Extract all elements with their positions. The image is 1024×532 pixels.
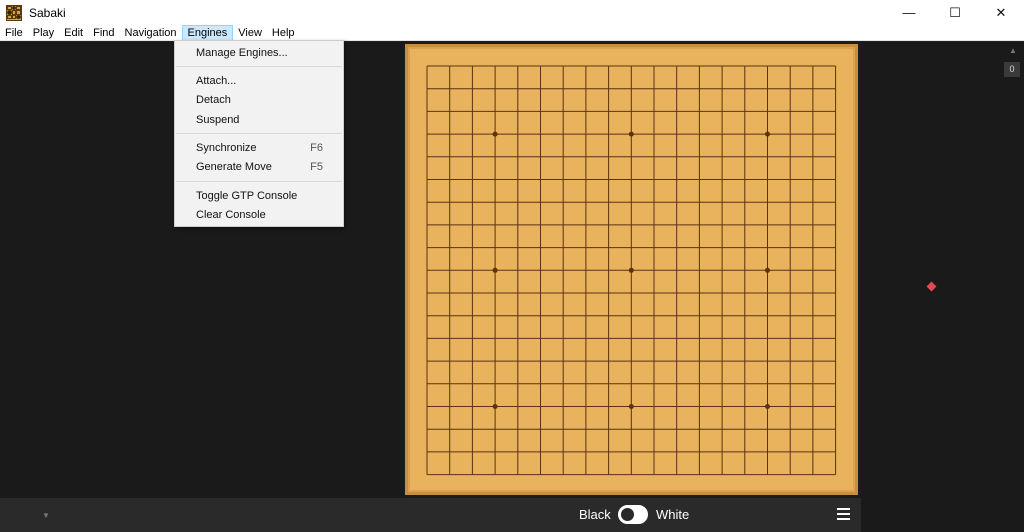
menu-separator [176,181,342,182]
menu-separator [176,133,342,134]
menu-item-label: Manage Engines... [196,47,288,59]
menu-item-detach[interactable]: Detach [175,91,343,110]
menu-item-label: Clear Console [196,209,266,221]
player-white-label: White [656,507,690,522]
scroll-up-icon[interactable]: ▲ [1009,46,1017,55]
menu-item-shortcut: F6 [310,142,323,154]
menu-item-label: Toggle GTP Console [196,190,298,202]
star-point [492,404,498,409]
menu-item-attach[interactable]: Attach... [175,72,343,91]
collapse-down-icon[interactable]: ▼ [42,511,50,520]
menu-item-synchronize[interactable]: Synchronize F6 [175,139,343,158]
board-grid [426,65,837,476]
close-button[interactable]: ✕ [978,0,1024,25]
menu-item-label: Suspend [196,114,240,126]
star-point [628,131,634,137]
menu-find[interactable]: Find [88,25,119,41]
menu-item-label: Detach [196,94,231,106]
menu-item-toggle-gtp-console[interactable]: Toggle GTP Console [175,187,343,206]
player-black-label: Black [579,507,611,522]
hamburger-menu-icon[interactable] [837,508,850,520]
menu-file[interactable]: File [0,25,28,41]
window-controls: — ☐ ✕ [886,0,1024,25]
star-point [628,404,634,409]
menu-item-suspend[interactable]: Suspend [175,111,343,130]
star-point [765,404,770,409]
menu-item-shortcut: F5 [310,161,323,173]
go-board[interactable] [405,44,858,495]
menu-view[interactable]: View [233,25,267,41]
game-tree-panel [861,42,1024,532]
minimize-button[interactable]: — [886,0,932,25]
star-point [765,267,770,273]
menu-help[interactable]: Help [267,25,300,41]
star-point [765,131,770,137]
menu-edit[interactable]: Edit [59,25,88,41]
menu-item-manage-engines[interactable]: Manage Engines... [175,44,343,63]
sabaki-app-icon [6,4,22,21]
menu-engines[interactable]: Engines [181,24,234,41]
menu-play[interactable]: Play [28,25,59,41]
menu-bar: File Play Edit Find Navigation Engines V… [0,24,1024,41]
menu-item-generate-move[interactable]: Generate Move F5 [175,158,343,177]
menu-item-clear-console[interactable]: Clear Console [175,206,343,225]
engines-dropdown-menu: Manage Engines... Attach... Detach Suspe… [174,40,344,227]
toggle-knob [621,508,634,521]
menu-item-label: Synchronize [196,142,257,154]
window-title: Sabaki [29,5,66,20]
menu-item-label: Attach... [196,75,237,87]
current-player-toggle[interactable] [618,505,648,524]
move-number-badge: 0 [1004,62,1020,77]
menu-navigation[interactable]: Navigation [120,25,182,41]
left-sidebar-footer [0,498,403,532]
star-point [492,131,498,137]
menu-separator [176,66,342,67]
menu-item-label: Generate Move [196,161,272,173]
star-point [628,267,634,273]
star-point [492,267,498,273]
maximize-button[interactable]: ☐ [932,0,978,25]
title-bar: Sabaki — ☐ ✕ [0,0,1024,25]
